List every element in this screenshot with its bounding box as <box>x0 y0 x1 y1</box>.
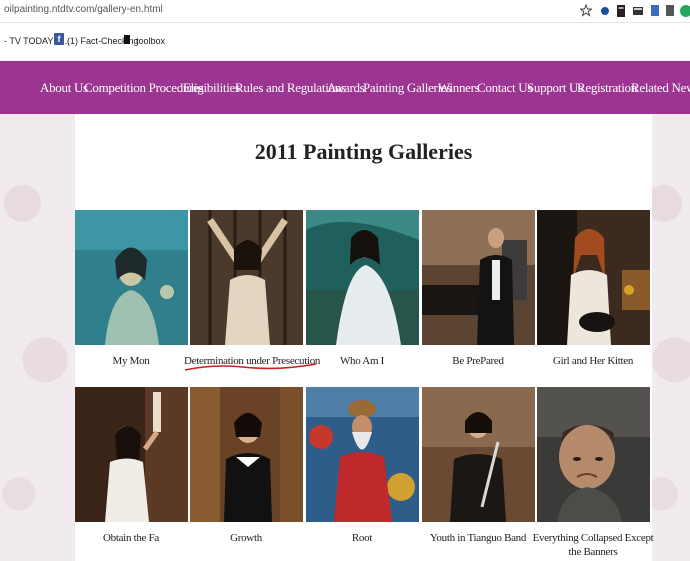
background-pattern-right <box>652 114 690 561</box>
nav-registration[interactable]: Registration <box>577 80 637 96</box>
painting-caption[interactable]: Youth in Tianguo Band <box>416 531 540 545</box>
facebook-icon: f <box>54 33 64 45</box>
extension-icon[interactable] <box>665 3 675 18</box>
painting-caption[interactable]: Root <box>300 531 424 545</box>
nav-related-news[interactable]: Related News <box>631 80 690 96</box>
painting-thumbnail[interactable] <box>75 387 188 522</box>
extension-icon[interactable] <box>616 3 626 18</box>
address-bar[interactable]: oilpainting.ntdtv.com/gallery-en.html <box>0 0 690 23</box>
painting-thumbnail[interactable] <box>190 210 303 345</box>
main-nav: About Us Competition Procedures Eligibil… <box>0 61 690 114</box>
page-title: 2011 Painting Galleries <box>254 139 473 164</box>
extension-icon[interactable] <box>600 3 610 18</box>
painting-thumbnail[interactable] <box>306 387 419 522</box>
painting-thumbnail[interactable] <box>537 387 650 522</box>
painting-thumbnail[interactable] <box>422 210 535 345</box>
nav-eligibilities[interactable]: Eligibilities <box>183 80 240 96</box>
painting-thumbnail[interactable] <box>422 387 535 522</box>
painting-thumbnail[interactable] <box>75 210 188 345</box>
nav-winners[interactable]: Winners <box>438 80 480 96</box>
extension-icon[interactable] <box>632 3 644 18</box>
painting-thumbnail[interactable] <box>306 210 419 345</box>
nav-awards[interactable]: Awards <box>327 80 365 96</box>
bookmark-toolbox[interactable]: toolbox <box>136 36 165 46</box>
background-pattern-left <box>0 114 75 561</box>
nav-contact-us[interactable]: Contact Us <box>477 80 532 96</box>
nav-support-us[interactable]: Support Us <box>527 80 583 96</box>
painting-thumbnail[interactable] <box>190 387 303 522</box>
painting-caption[interactable]: Be PrePared <box>416 354 540 368</box>
extension-icon[interactable] <box>679 3 690 18</box>
star-icon[interactable] <box>580 3 592 18</box>
red-underline-annotation <box>184 363 317 371</box>
painting-thumbnail[interactable] <box>537 210 650 345</box>
toolbox-icon <box>124 35 130 44</box>
painting-caption[interactable]: Girl and Her Kitten <box>531 354 655 368</box>
url-text[interactable]: oilpainting.ntdtv.com/gallery-en.html <box>4 4 163 15</box>
nav-about-us[interactable]: About Us <box>40 80 88 96</box>
painting-caption[interactable]: My Mon <box>69 354 193 368</box>
painting-caption[interactable]: Everything Collapsed Except the Banners <box>531 531 655 559</box>
bookmarks-bar: - TV TODAY N... (1) Fact-Checking toolbo… <box>0 23 690 60</box>
painting-caption[interactable]: Growth <box>184 531 308 545</box>
extension-icon[interactable] <box>650 3 660 18</box>
painting-caption[interactable]: Obtain the Fa <box>69 531 193 545</box>
